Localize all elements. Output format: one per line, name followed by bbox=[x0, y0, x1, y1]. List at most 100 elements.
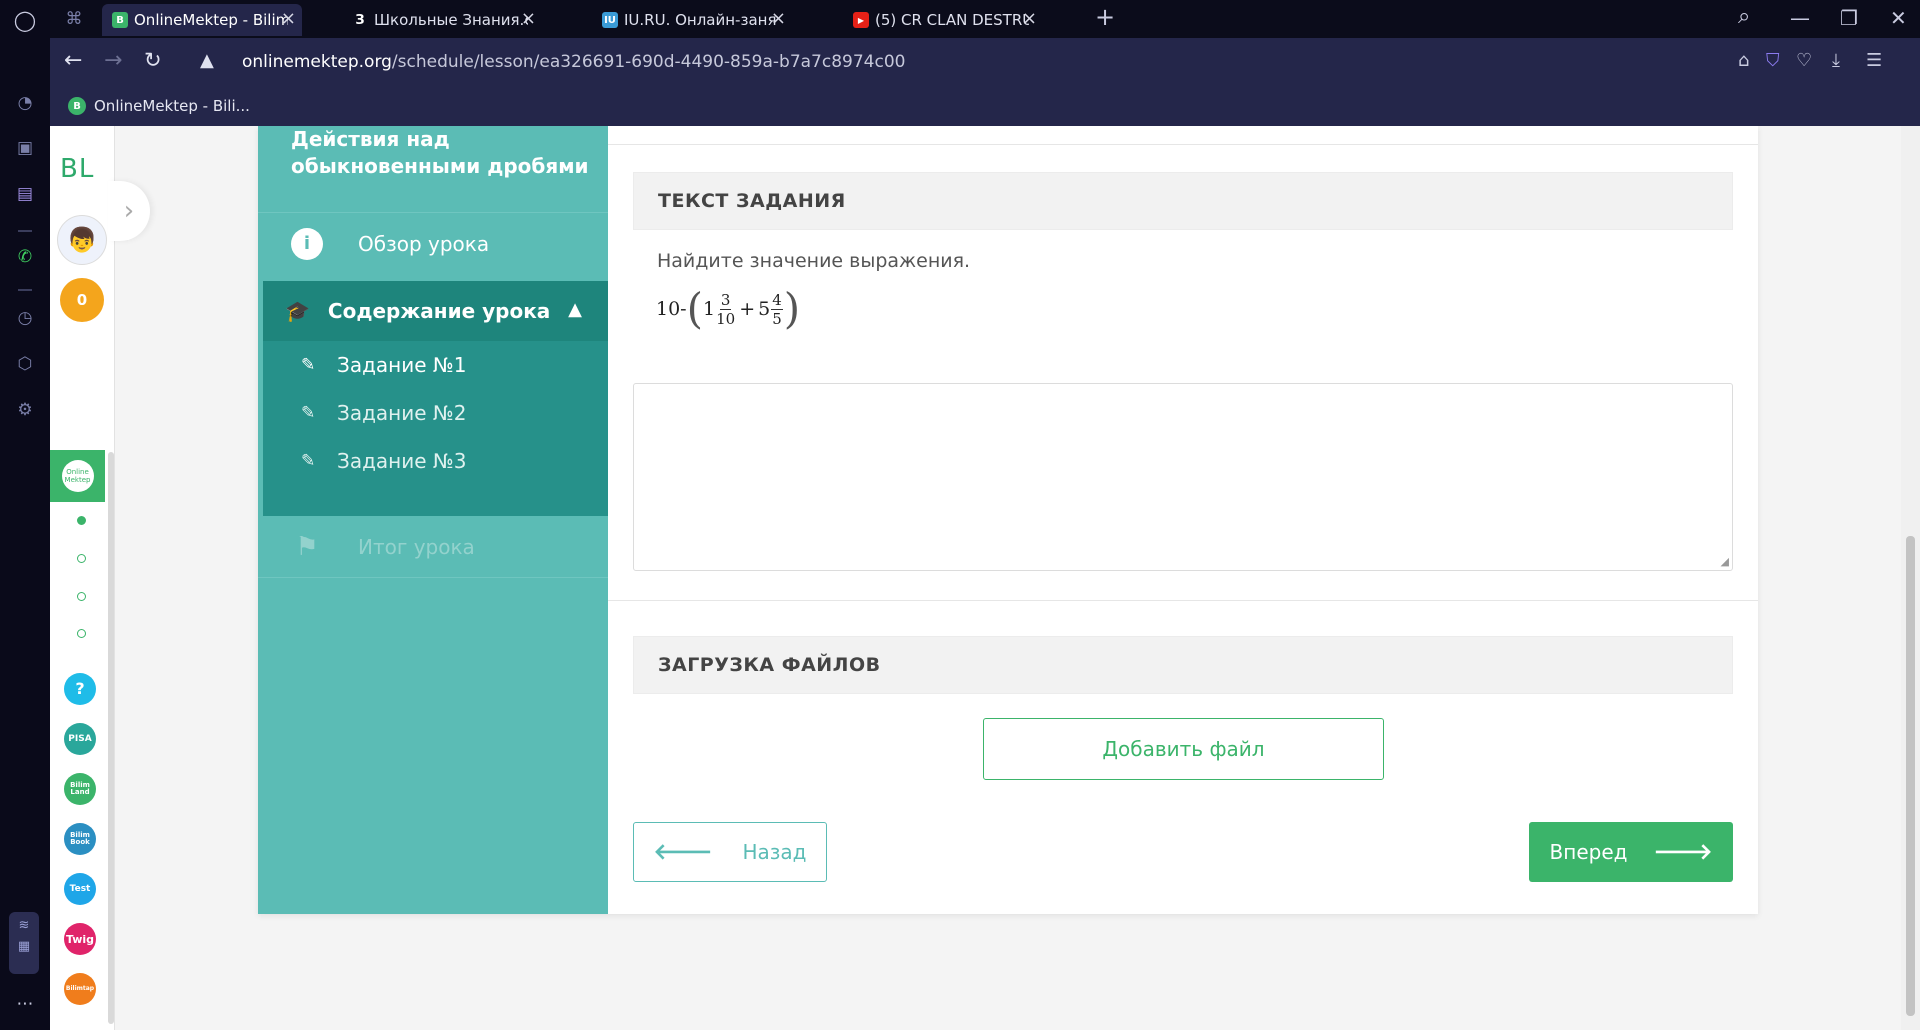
scrollbar-thumb[interactable] bbox=[1906, 536, 1915, 1016]
math-expression: 10- ( 1 3 10 + 5 45 ) bbox=[656, 284, 801, 333]
page-viewport: BL 👦 0 Online Mektep ? PISA Bilim Land B… bbox=[50, 126, 1901, 1030]
task-list: ✎ Задание №1 ✎ Задание №2 ✎ Задание №3 bbox=[263, 341, 608, 516]
new-tab-button[interactable]: + bbox=[1095, 3, 1115, 31]
module-onlinemektep[interactable]: Online Mektep bbox=[50, 450, 105, 502]
test-icon[interactable]: Test bbox=[64, 873, 96, 905]
minimize-icon[interactable]: — bbox=[1790, 6, 1810, 30]
bilimbook-icon[interactable]: Bilim Book bbox=[64, 823, 96, 855]
menu-item-summary[interactable]: ⚑ Итог урока bbox=[258, 516, 608, 578]
tab-strip: ⌘ B OnlineMektep - BilimLand × З Школьны… bbox=[50, 0, 1920, 38]
lesson-title: Действия над обыкновенными дробями bbox=[291, 127, 589, 178]
task-text-heading: ТЕКСТ ЗАДАНИЯ bbox=[633, 172, 1733, 230]
close-tab-icon[interactable]: × bbox=[771, 8, 786, 29]
sidebar-divider bbox=[18, 230, 32, 232]
speed-dial-icon[interactable]: ◔ bbox=[11, 89, 39, 117]
module-dot[interactable] bbox=[77, 629, 86, 638]
help-icon[interactable]: ? bbox=[64, 673, 96, 705]
heart-icon[interactable]: ♡ bbox=[1796, 50, 1812, 71]
iu-favicon-icon: IU bbox=[602, 12, 618, 28]
add-file-button[interactable]: Добавить файл bbox=[983, 718, 1384, 780]
extensions-icon[interactable]: ⬡ bbox=[11, 350, 39, 378]
lesson-card: Действия над обыкновенными дробями i Обз… bbox=[258, 126, 1758, 914]
pisa-icon[interactable]: PISA bbox=[64, 723, 96, 755]
bilimland-favicon-icon: B bbox=[112, 12, 128, 28]
more-icon[interactable]: ⋯ bbox=[11, 990, 39, 1018]
browser-sidebar: ◯ ◔ ▣ ▤ ✆ ◷ ⬡ ⚙ ≋ ▦ ⋯ bbox=[0, 0, 50, 1030]
arrow-left-icon: 🡐 bbox=[653, 840, 713, 865]
question-text: Найдите значение выражения. bbox=[657, 250, 971, 272]
edit-icon: ✎ bbox=[301, 451, 316, 471]
bilimland-logo[interactable]: BL bbox=[60, 154, 94, 184]
bilimland-icon[interactable]: Bilim Land bbox=[64, 773, 96, 805]
twig-icon[interactable]: Twig bbox=[64, 923, 96, 955]
resize-handle-icon[interactable]: ◢ bbox=[1721, 555, 1729, 568]
coins-badge[interactable]: 0 bbox=[60, 278, 104, 322]
not-secure-icon[interactable]: ▲ bbox=[200, 50, 214, 71]
back-button[interactable]: 🡐 Назад bbox=[633, 822, 827, 882]
download-icon[interactable]: ⤓ bbox=[1832, 50, 1840, 71]
task-content: ТЕКСТ ЗАДАНИЯ Найдите значение выражения… bbox=[608, 126, 1758, 914]
sidebar-expand-button[interactable]: › bbox=[108, 181, 150, 241]
module-dot[interactable] bbox=[77, 554, 86, 563]
sidebar-divider bbox=[18, 289, 32, 291]
reload-icon[interactable]: ↻ bbox=[144, 48, 162, 72]
tab-onlinemektep[interactable]: B OnlineMektep - BilimLand × bbox=[102, 4, 302, 36]
module-dot[interactable] bbox=[77, 516, 86, 525]
edit-icon: ✎ bbox=[301, 403, 316, 423]
back-nav-icon[interactable]: ← bbox=[64, 48, 82, 73]
history-icon[interactable]: ◷ bbox=[11, 304, 39, 332]
bookmarks-bar: B OnlineMektep - Bili... bbox=[50, 88, 1920, 126]
fraction: 3 10 bbox=[716, 290, 736, 328]
close-tab-icon[interactable]: × bbox=[521, 8, 536, 29]
avatar[interactable]: 👦 bbox=[57, 215, 107, 265]
menu-item-overview[interactable]: i Обзор урока bbox=[258, 212, 608, 274]
whatsapp-icon[interactable]: ✆ bbox=[11, 243, 39, 271]
page-scrollbar[interactable] bbox=[1901, 126, 1920, 1030]
flag-icon: ⚑ bbox=[295, 531, 319, 562]
info-icon: i bbox=[291, 227, 323, 260]
close-window-icon[interactable]: ✕ bbox=[1890, 6, 1907, 30]
youtube-favicon-icon: ▶ bbox=[853, 12, 869, 28]
bilimtap-icon[interactable]: Bilimtap bbox=[64, 973, 96, 1005]
snapshot-icon[interactable]: ⌂ bbox=[1738, 50, 1749, 71]
graduation-cap-icon: 🎓 bbox=[285, 299, 310, 323]
vpn-shield-icon[interactable]: ⛉ bbox=[1766, 50, 1780, 71]
restore-icon[interactable]: ❐ bbox=[1840, 6, 1858, 30]
task-item-1[interactable]: ✎ Задание №1 bbox=[301, 347, 466, 383]
opera-logo-icon[interactable]: ◯ bbox=[11, 6, 39, 34]
close-tab-icon[interactable]: × bbox=[281, 8, 296, 29]
next-button[interactable]: Вперед 🡒 bbox=[1529, 822, 1733, 882]
bookmark-onlinemektep[interactable]: B OnlineMektep - Bili... bbox=[68, 97, 250, 115]
divider bbox=[608, 144, 1758, 145]
tab-youtube[interactable]: ▶ (5) CR CLAN DESTRUCTION × bbox=[843, 4, 1043, 36]
module-dot[interactable] bbox=[77, 592, 86, 601]
fraction: 45 bbox=[771, 290, 783, 328]
answer-textarea[interactable]: ◢ bbox=[633, 383, 1733, 571]
bilimland-favicon-icon: B bbox=[68, 97, 86, 115]
tab-znania[interactable]: З Школьные Знания.com - Р × bbox=[342, 4, 542, 36]
site-sidebar: BL 👦 0 Online Mektep ? PISA Bilim Land B… bbox=[50, 126, 115, 1030]
gamepad-icon[interactable]: ⌘ bbox=[60, 5, 88, 33]
easy-setup-icon[interactable]: ☰ bbox=[1866, 50, 1882, 71]
sidebar-scrollbar[interactable] bbox=[108, 452, 114, 1024]
briefcase-icon[interactable]: ▣ bbox=[11, 134, 39, 162]
tab-iu[interactable]: IU IU.RU. Онлайн-занятия с р × bbox=[592, 4, 792, 36]
vpn-widget[interactable]: ≋ ▦ bbox=[9, 912, 39, 974]
chevron-right-icon: › bbox=[123, 196, 135, 226]
chevron-up-icon: ▲ bbox=[568, 299, 582, 320]
file-upload-heading: ЗАГРУЗКА ФАЙЛОВ bbox=[633, 636, 1733, 694]
task-item-2[interactable]: ✎ Задание №2 bbox=[301, 395, 466, 431]
address-bar: ← → ↻ ▲ onlinemektep.org/schedule/lesson… bbox=[50, 38, 1920, 88]
forward-nav-icon[interactable]: → bbox=[104, 48, 122, 73]
menu-item-contents[interactable]: 🎓 Содержание урока ▲ bbox=[263, 281, 608, 341]
lesson-menu: Действия над обыкновенными дробями i Обз… bbox=[258, 126, 608, 914]
twitch-icon[interactable]: ▤ bbox=[11, 180, 39, 208]
close-tab-icon[interactable]: × bbox=[1022, 8, 1037, 29]
arrow-right-icon: 🡒 bbox=[1653, 840, 1713, 865]
search-tabs-icon[interactable]: ⌕ bbox=[1738, 4, 1750, 29]
task-item-3[interactable]: ✎ Задание №3 bbox=[301, 443, 466, 479]
cpu-icon: ▦ bbox=[17, 939, 31, 954]
settings-icon[interactable]: ⚙ bbox=[11, 396, 39, 424]
edit-icon: ✎ bbox=[301, 355, 316, 375]
url-field[interactable]: onlinemektep.org/schedule/lesson/ea32669… bbox=[242, 52, 905, 72]
